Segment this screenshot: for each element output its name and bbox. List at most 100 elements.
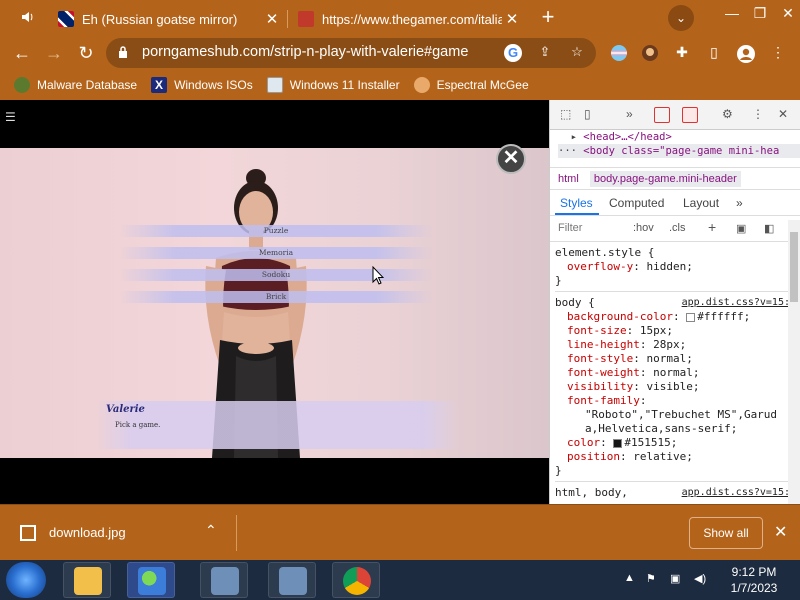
network-setup-icon-2[interactable] <box>268 562 316 598</box>
rule-html-body[interactable]: app.dist.css?v=15:1 html, body, <box>555 486 800 503</box>
rule-source-link[interactable]: app.dist.css?v=15:1 <box>682 486 796 500</box>
hamburger-menu-icon[interactable]: ☰ <box>5 110 16 124</box>
styles-scrollbar[interactable] <box>788 220 800 504</box>
css-value[interactable]: 15px; <box>640 324 673 337</box>
messenger-icon[interactable] <box>127 562 175 598</box>
scrollbar-thumb[interactable] <box>790 232 798 302</box>
rule-element-style[interactable]: element.style { overflow-y: hidden; } <box>555 246 800 292</box>
close-tab-icon[interactable]: ✕ <box>502 10 522 28</box>
paint-bucket-icon[interactable]: ▣ <box>736 222 746 235</box>
bookmark-malware-database[interactable]: Malware Database <box>14 77 137 93</box>
menu-item-puzzle[interactable]: Puzzle <box>120 225 432 237</box>
tab-search-chevron-icon[interactable]: ⌄ <box>668 5 694 31</box>
bookmark-windows-11-installer[interactable]: Windows 11 Installer <box>266 77 400 93</box>
css-property[interactable]: font-size <box>567 324 627 337</box>
dom-node-body[interactable]: ··· <body class="page-game mini-hea <box>558 144 800 158</box>
inspect-element-icon[interactable]: ⬚ <box>560 107 571 121</box>
color-swatch-icon[interactable] <box>686 312 696 322</box>
menu-item-brick[interactable]: Brick <box>120 291 432 303</box>
network-setup-icon[interactable] <box>200 562 248 598</box>
rule-body[interactable]: app.dist.css?v=15:1 body { background-co… <box>555 296 800 482</box>
filter-input[interactable]: Filter <box>558 222 582 234</box>
extension-avatar-icon[interactable] <box>640 44 660 64</box>
devtools-menu-icon[interactable]: ⋮ <box>752 107 764 121</box>
css-property[interactable]: font-weight <box>567 366 640 379</box>
dom-node-head[interactable]: ▸ <head>…</head> <box>558 130 800 144</box>
css-value[interactable]: hidden; <box>646 260 692 273</box>
action-center-flag-icon[interactable]: ⚑ <box>646 572 656 585</box>
profile-avatar-icon[interactable] <box>736 44 756 64</box>
devtools-settings-gear-icon[interactable]: ⚙ <box>722 107 733 121</box>
extension-flag-icon[interactable] <box>609 44 629 64</box>
system-clock[interactable]: 9:12 PM 1/7/2023 <box>718 564 790 596</box>
close-game-button[interactable]: ✕ <box>496 144 526 174</box>
reload-icon[interactable]: ↻ <box>74 41 98 65</box>
css-property[interactable]: background-color <box>567 310 673 323</box>
chevron-up-icon[interactable]: ⌃ <box>205 522 217 539</box>
file-explorer-icon[interactable] <box>63 562 111 598</box>
css-value[interactable]: normal; <box>653 366 699 379</box>
css-property[interactable]: font-family <box>567 394 640 407</box>
bookmark-star-icon[interactable]: ☆ <box>568 44 586 62</box>
close-tab-icon[interactable]: ✕ <box>262 10 282 28</box>
more-tabs-icon[interactable]: » <box>736 196 743 210</box>
css-value[interactable]: relative; <box>633 450 693 463</box>
back-arrow-icon[interactable]: ← <box>10 41 34 65</box>
bookmark-espectral-mcgee[interactable]: Espectral McGee <box>413 77 529 93</box>
sidebar-toggle-icon[interactable]: ◧ <box>764 222 774 235</box>
tab-1[interactable]: Eh (Russian goatse mirror) ✕ <box>50 4 286 34</box>
close-devtools-icon[interactable]: ✕ <box>778 107 788 121</box>
menu-item-sodoku[interactable]: Sodoku <box>120 269 432 281</box>
game-canvas[interactable]: Puzzle Memoria Sodoku Brick Valerie Pick… <box>0 148 549 458</box>
show-hidden-icons-icon[interactable]: ▲ <box>624 572 635 584</box>
tab-computed[interactable]: Computed <box>609 196 664 210</box>
css-value[interactable]: #ffffff; <box>697 310 750 323</box>
more-panels-icon[interactable]: » <box>626 107 633 121</box>
download-item[interactable]: download.jpg <box>49 525 126 540</box>
color-swatch-icon[interactable] <box>613 438 623 448</box>
tab-2[interactable]: https://www.thegamer.com/italia ✕ <box>290 4 526 34</box>
side-panel-icon[interactable]: ▯ <box>704 44 724 64</box>
close-downloads-icon[interactable]: ✕ <box>774 522 787 542</box>
rule-source-link[interactable]: app.dist.css?v=15:1 <box>682 296 796 310</box>
css-value[interactable]: visible; <box>646 380 699 393</box>
css-property[interactable]: font-style <box>567 352 633 365</box>
speaker-icon[interactable] <box>20 9 38 27</box>
address-bar[interactable]: porngameshub.com/strip-n-play-with-valer… <box>106 38 596 68</box>
device-toggle-icon[interactable]: ▯ <box>584 107 591 121</box>
new-tab-button[interactable]: + <box>536 6 560 30</box>
url-text[interactable]: porngameshub.com/strip-n-play-with-valer… <box>142 44 468 60</box>
bookmark-windows-isos[interactable]: X Windows ISOs <box>151 77 253 93</box>
tab-layout[interactable]: Layout <box>683 196 719 210</box>
start-button-icon[interactable] <box>6 562 46 598</box>
css-property[interactable]: overflow-y <box>567 260 633 273</box>
close-window-icon[interactable]: ✕ <box>776 5 800 23</box>
dialogue-box[interactable]: Valerie Pick a game. <box>95 401 460 449</box>
new-rule-button[interactable]: + <box>708 219 716 235</box>
volume-icon[interactable]: ◀) <box>694 572 706 585</box>
share-icon[interactable]: ⇪ <box>536 44 554 62</box>
error-count-icon[interactable] <box>654 107 670 123</box>
css-value[interactable]: #151515; <box>624 436 677 449</box>
hover-state-button[interactable]: :hov <box>633 222 654 234</box>
network-icon[interactable]: ▣ <box>670 572 680 585</box>
tab-styles[interactable]: Styles <box>560 196 593 210</box>
minimize-icon[interactable]: — <box>720 5 744 23</box>
menu-item-memoria[interactable]: Memoria <box>120 247 432 259</box>
issue-count-icon[interactable] <box>682 107 698 123</box>
css-value[interactable]: normal; <box>646 352 692 365</box>
chrome-icon[interactable] <box>332 562 380 598</box>
forward-arrow-icon[interactable]: → <box>42 41 66 65</box>
css-property[interactable]: position <box>567 450 620 463</box>
browser-menu-icon[interactable]: ⋮ <box>768 44 788 64</box>
google-lens-icon[interactable]: G <box>504 44 522 62</box>
breadcrumb-html[interactable]: html <box>558 173 579 185</box>
css-value[interactable]: "Roboto","Trebuchet MS",Garuda,Helvetica… <box>555 408 800 436</box>
extensions-puzzle-icon[interactable]: ✚ <box>672 44 692 64</box>
show-all-button[interactable]: Show all <box>689 517 763 549</box>
class-toggle-button[interactable]: .cls <box>669 222 686 234</box>
restore-icon[interactable]: ❐ <box>748 5 772 23</box>
dom-tree[interactable]: ▸ <head>…</head> ··· <body class="page-g… <box>550 130 800 168</box>
css-property[interactable]: line-height <box>567 338 640 351</box>
css-value[interactable]: 28px; <box>653 338 686 351</box>
